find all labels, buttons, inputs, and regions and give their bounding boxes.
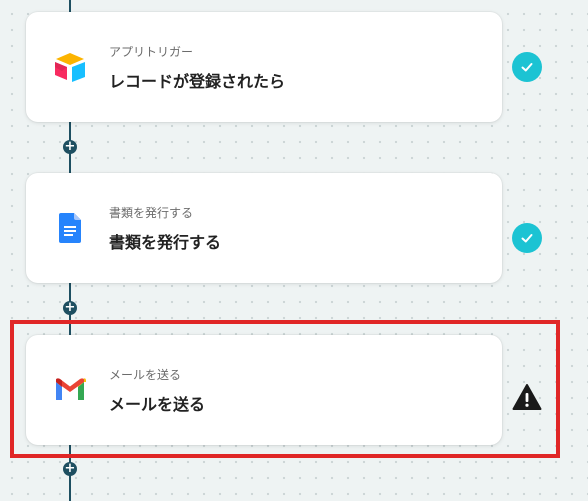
step-title: メールを送る bbox=[109, 395, 206, 414]
step-title: 書類を発行する bbox=[109, 233, 222, 252]
google-docs-icon bbox=[52, 211, 88, 245]
step-subtitle: メールを送る bbox=[109, 368, 182, 382]
check-icon bbox=[512, 223, 542, 253]
flow-connector bbox=[69, 0, 71, 12]
step-subtitle: アプリトリガー bbox=[109, 45, 194, 59]
flow-step-card[interactable]: メールを送る メールを送る bbox=[26, 335, 502, 445]
flow-step-card[interactable]: 書類を発行する 書類を発行する bbox=[26, 173, 502, 283]
step-title: レコードが登録されたら bbox=[109, 72, 286, 91]
gmail-icon bbox=[52, 373, 88, 407]
flow-step-card[interactable]: アプリトリガー レコードが登録されたら bbox=[26, 12, 502, 122]
check-icon bbox=[512, 52, 542, 82]
add-step-button[interactable]: + bbox=[63, 140, 77, 154]
step-subtitle: 書類を発行する bbox=[109, 206, 194, 220]
warning-icon bbox=[512, 382, 542, 412]
add-step-button[interactable]: + bbox=[63, 301, 77, 315]
airtable-icon bbox=[52, 50, 88, 84]
add-step-button[interactable]: + bbox=[63, 462, 77, 476]
